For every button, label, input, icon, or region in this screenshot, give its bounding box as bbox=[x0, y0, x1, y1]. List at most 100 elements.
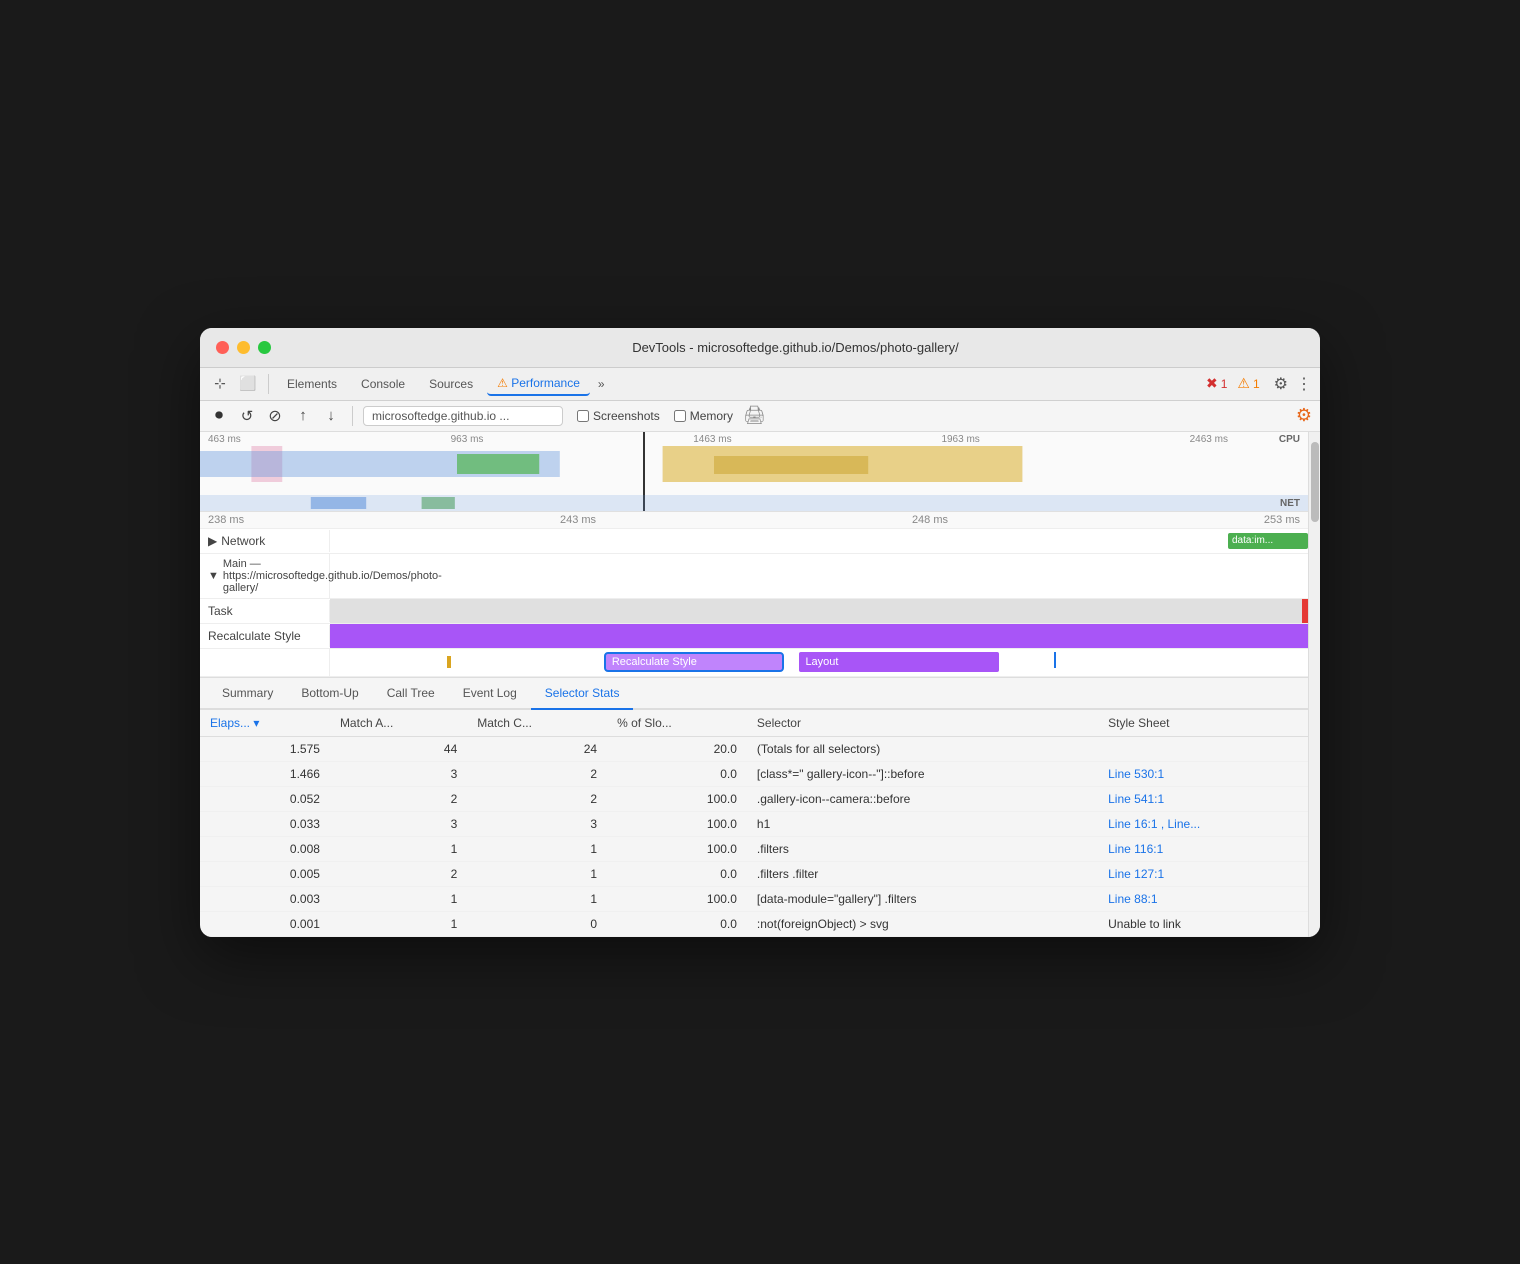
col-elapsed[interactable]: Elaps... ▾ bbox=[200, 710, 330, 737]
cell-selector-1: [class*=" gallery-icon--"]::before bbox=[747, 761, 1098, 786]
memory-label: Memory bbox=[690, 409, 733, 423]
cell-match-c-7: 0 bbox=[467, 911, 607, 936]
table-row: 0.001 1 0 0.0 :not(foreignObject) > svg … bbox=[200, 911, 1308, 936]
col-match-a[interactable]: Match A... bbox=[330, 710, 467, 737]
settings-button[interactable]: ⚙ bbox=[1274, 374, 1288, 394]
stylesheet-link-5[interactable]: Line 127:1 bbox=[1108, 867, 1164, 881]
cell-stylesheet-3: Line 16:1 , Line... bbox=[1098, 811, 1308, 836]
close-button[interactable] bbox=[216, 341, 229, 354]
error-icon: ✖ bbox=[1206, 375, 1218, 392]
devtools-window: DevTools - microsoftedge.github.io/Demos… bbox=[200, 328, 1320, 937]
tab-event-log[interactable]: Event Log bbox=[449, 678, 531, 710]
ruler-mark-4: 1963 ms bbox=[941, 434, 979, 445]
stylesheet-link-4[interactable]: Line 116:1 bbox=[1108, 842, 1163, 856]
scrollbar[interactable] bbox=[1308, 432, 1320, 937]
col-selector[interactable]: Selector bbox=[747, 710, 1098, 737]
flame-row: Recalculate Style Layout bbox=[200, 649, 1308, 677]
perf-settings-button[interactable]: ⚙ bbox=[1296, 405, 1312, 426]
cell-match-c-3: 3 bbox=[467, 811, 607, 836]
cell-pct-6: 100.0 bbox=[607, 886, 747, 911]
clear-button[interactable]: ⊘ bbox=[264, 405, 286, 427]
tab-selector-stats[interactable]: Selector Stats bbox=[531, 678, 634, 710]
flame-spacer bbox=[200, 649, 330, 676]
network-event-bar: data:im... bbox=[1228, 533, 1308, 549]
screenshots-label: Screenshots bbox=[593, 409, 660, 423]
tab-performance[interactable]: ⚠ Performance bbox=[487, 372, 590, 396]
cell-selector-5: .filters .filter bbox=[747, 861, 1098, 886]
expand-icon: ▶ bbox=[208, 534, 217, 548]
track-network: ▶ Network data:im... bbox=[200, 529, 1308, 554]
col-match-c[interactable]: Match C... bbox=[467, 710, 607, 737]
flame-layout[interactable]: Layout bbox=[799, 652, 999, 672]
track-network-content: data:im... bbox=[330, 529, 1308, 553]
cell-match-c-2: 2 bbox=[467, 786, 607, 811]
tab-summary[interactable]: Summary bbox=[208, 678, 287, 710]
cursor-icon[interactable]: ⊹ bbox=[208, 372, 232, 396]
cpu-visualization bbox=[200, 446, 1228, 482]
more-tabs-button[interactable]: » bbox=[594, 375, 609, 393]
maximize-button[interactable] bbox=[258, 341, 271, 354]
minimize-button[interactable] bbox=[237, 341, 250, 354]
stylesheet-link-3[interactable]: Line 16:1 , Line... bbox=[1108, 817, 1200, 831]
cell-match-c-1: 2 bbox=[467, 761, 607, 786]
detail-mark-1: 238 ms bbox=[208, 514, 244, 526]
flame-content: Recalculate Style Layout bbox=[330, 648, 1308, 676]
cell-match-c-0: 24 bbox=[467, 736, 607, 761]
performance-toolbar: ⏺ ↺ ⊘ ↑ ↓ microsoftedge.github.io ... Sc… bbox=[200, 401, 1320, 432]
time-ruler-detail: 238 ms 243 ms 248 ms 253 ms bbox=[200, 512, 1308, 529]
col-pct-slow[interactable]: % of Slo... bbox=[607, 710, 747, 737]
error-badge: ✖ 1 bbox=[1206, 375, 1227, 392]
download-button[interactable]: ↓ bbox=[320, 405, 342, 427]
cell-elapsed-4: 0.008 bbox=[200, 836, 330, 861]
url-display[interactable]: microsoftedge.github.io ... bbox=[363, 406, 563, 426]
cell-elapsed-2: 0.052 bbox=[200, 786, 330, 811]
tab-bottom-up[interactable]: Bottom-Up bbox=[287, 678, 372, 710]
cell-pct-7: 0.0 bbox=[607, 911, 747, 936]
cell-match-a-2: 2 bbox=[330, 786, 467, 811]
main-toolbar: ⊹ ⬜ Elements Console Sources ⚠ Performan… bbox=[200, 368, 1320, 401]
cell-selector-0: (Totals for all selectors) bbox=[747, 736, 1098, 761]
scrollbar-thumb[interactable] bbox=[1311, 442, 1319, 522]
tab-call-tree[interactable]: Call Tree bbox=[373, 678, 449, 710]
track-task-label: Task bbox=[200, 600, 330, 622]
warning-triangle-icon: ⚠ bbox=[497, 376, 508, 390]
track-recalculate-label: Recalculate Style bbox=[200, 625, 330, 647]
separator-1 bbox=[268, 374, 269, 394]
col-stylesheet[interactable]: Style Sheet bbox=[1098, 710, 1308, 737]
screenshots-checkbox[interactable] bbox=[577, 410, 589, 422]
upload-button[interactable]: ↑ bbox=[292, 405, 314, 427]
more-options-button[interactable]: ⋮ bbox=[1296, 374, 1312, 394]
memory-checkbox[interactable] bbox=[674, 410, 686, 422]
record-button[interactable]: ⏺ bbox=[208, 405, 230, 427]
inspect-icon[interactable]: ⬜ bbox=[236, 372, 260, 396]
cell-stylesheet-2: Line 541:1 bbox=[1098, 786, 1308, 811]
timeline-overview[interactable]: 463 ms 963 ms 1463 ms 1963 ms 2463 ms bbox=[200, 432, 1308, 512]
cell-stylesheet-7: Unable to link bbox=[1098, 911, 1308, 936]
traffic-lights bbox=[216, 341, 271, 354]
cell-match-a-6: 1 bbox=[330, 886, 467, 911]
reload-button[interactable]: ↺ bbox=[236, 405, 258, 427]
table-row: 0.008 1 1 100.0 .filters Line 116:1 bbox=[200, 836, 1308, 861]
recalculate-bar bbox=[330, 624, 1308, 648]
stylesheet-link-6[interactable]: Line 88:1 bbox=[1108, 892, 1157, 906]
cell-selector-7: :not(foreignObject) > svg bbox=[747, 911, 1098, 936]
warning-icon: ⚠ bbox=[1237, 375, 1250, 392]
track-task-content bbox=[330, 599, 1308, 623]
stylesheet-link-1[interactable]: Line 530:1 bbox=[1108, 767, 1164, 781]
flame-recalculate-style[interactable]: Recalculate Style bbox=[604, 652, 784, 672]
cpu-label: CPU bbox=[1279, 434, 1300, 445]
net-bar bbox=[200, 495, 1308, 511]
stylesheet-link-2[interactable]: Line 541:1 bbox=[1108, 792, 1164, 806]
cell-pct-2: 100.0 bbox=[607, 786, 747, 811]
cell-pct-0: 20.0 bbox=[607, 736, 747, 761]
table-row: 0.005 2 1 0.0 .filters .filter Line 127:… bbox=[200, 861, 1308, 886]
cell-elapsed-5: 0.005 bbox=[200, 861, 330, 886]
tab-elements[interactable]: Elements bbox=[277, 373, 347, 395]
table-header-row: Elaps... ▾ Match A... Match C... % of Sl… bbox=[200, 710, 1308, 737]
timeline-ruler-marks: 463 ms 963 ms 1463 ms 1963 ms 2463 ms bbox=[200, 432, 1308, 447]
tab-sources[interactable]: Sources bbox=[419, 373, 483, 395]
table-row: 1.466 3 2 0.0 [class*=" gallery-icon--"]… bbox=[200, 761, 1308, 786]
track-main: ▼ Main — https://microsoftedge.github.io… bbox=[200, 554, 1308, 599]
warning-badge: ⚠ 1 bbox=[1237, 375, 1259, 392]
tab-console[interactable]: Console bbox=[351, 373, 415, 395]
